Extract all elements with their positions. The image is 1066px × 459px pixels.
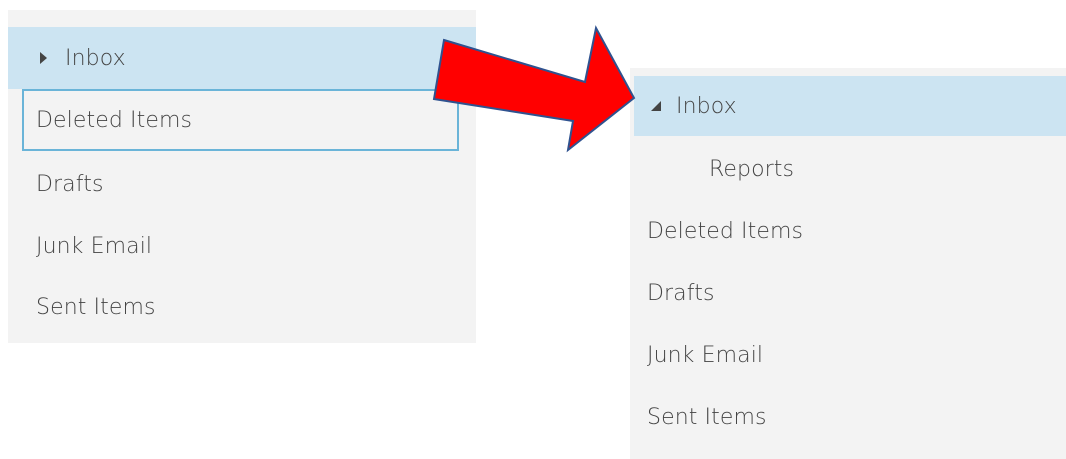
red-arrow-icon [432, 25, 636, 153]
